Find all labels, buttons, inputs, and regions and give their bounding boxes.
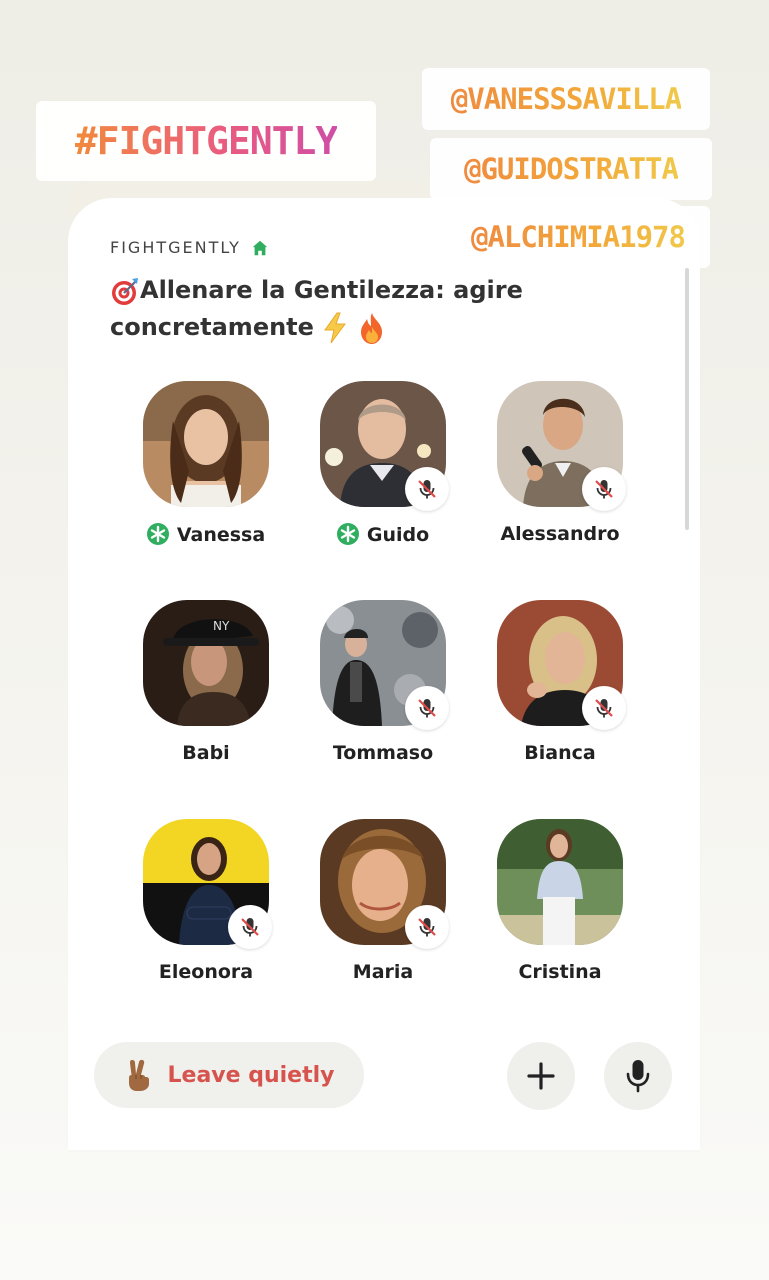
speaker-tile[interactable]: NY Babi (116, 600, 296, 780)
mention-text: @ALCHIMIA1978 (471, 220, 686, 254)
scrollbar[interactable] (685, 268, 689, 530)
add-button[interactable] (507, 1042, 575, 1110)
home-icon (252, 240, 268, 255)
room-title-line1: Allenare la Gentilezza: agire (140, 276, 523, 304)
speaker-name: Guido (293, 523, 473, 546)
mention-sticker[interactable]: @VANESSSAVILLA (422, 68, 710, 130)
avatar[interactable] (143, 381, 269, 507)
muted-mic-icon (405, 905, 449, 949)
victory-hand-icon (128, 1059, 149, 1091)
moderator-badge-icon (146, 523, 169, 545)
speaker-tile[interactable]: Tommaso (293, 600, 473, 780)
room-title-line2: concretamente (110, 313, 314, 341)
mention-text: @VANESSSAVILLA (450, 82, 682, 116)
leave-quietly-label: Leave quietly (167, 1062, 335, 1088)
speaker-tile[interactable]: Guido (293, 381, 473, 561)
muted-mic-icon (228, 905, 272, 949)
leave-quietly-button[interactable]: Leave quietly (94, 1042, 364, 1108)
speaker-name: Eleonora (158, 961, 254, 983)
avatar[interactable]: NY (143, 600, 269, 726)
moderator-badge-icon (336, 523, 359, 545)
microphone-icon (626, 1060, 650, 1093)
speaker-name: Maria (352, 961, 414, 983)
speaker-name: Bianca (524, 742, 596, 764)
speaker-tile[interactable]: Eleonora (116, 819, 296, 999)
speaker-name: Vanessa (116, 523, 296, 546)
speaker-name: Alessandro (500, 523, 620, 545)
muted-mic-icon (405, 686, 449, 730)
fire-icon (360, 313, 382, 344)
muted-mic-icon (405, 467, 449, 511)
speaker-tile[interactable]: Alessandro (470, 381, 650, 561)
speaker-tile[interactable]: Vanessa (116, 381, 296, 561)
mention-sticker[interactable]: @GUIDOSTRATTA (430, 138, 712, 200)
microphone-button[interactable] (604, 1042, 672, 1110)
speaker-name: Cristina (518, 961, 602, 983)
muted-mic-icon (582, 686, 626, 730)
speaker-tile[interactable]: Cristina (470, 819, 650, 999)
target-icon (112, 278, 138, 305)
club-header[interactable]: FIGHTGENTLY (110, 238, 269, 257)
svg-text:NY: NY (213, 619, 230, 633)
speaker-tile[interactable]: Bianca (470, 600, 650, 780)
speaker-name: Tommaso (332, 742, 434, 764)
speaker-name: Babi (182, 742, 230, 764)
mention-text: @GUIDOSTRATTA (464, 152, 679, 186)
club-name[interactable]: FIGHTGENTLY (110, 238, 241, 257)
room-title: Allenare la Gentilezza: agire concretame… (110, 272, 580, 346)
lightning-icon (324, 312, 347, 344)
avatar[interactable] (497, 819, 623, 945)
hashtag-text: #FIGHTGENTLY (74, 119, 339, 163)
speaker-tile[interactable]: Maria (293, 819, 473, 999)
plus-icon (527, 1062, 555, 1090)
muted-mic-icon (582, 467, 626, 511)
mention-sticker[interactable]: @ALCHIMIA1978 (446, 206, 710, 268)
hashtag-sticker[interactable]: #FIGHTGENTLY (36, 101, 376, 181)
